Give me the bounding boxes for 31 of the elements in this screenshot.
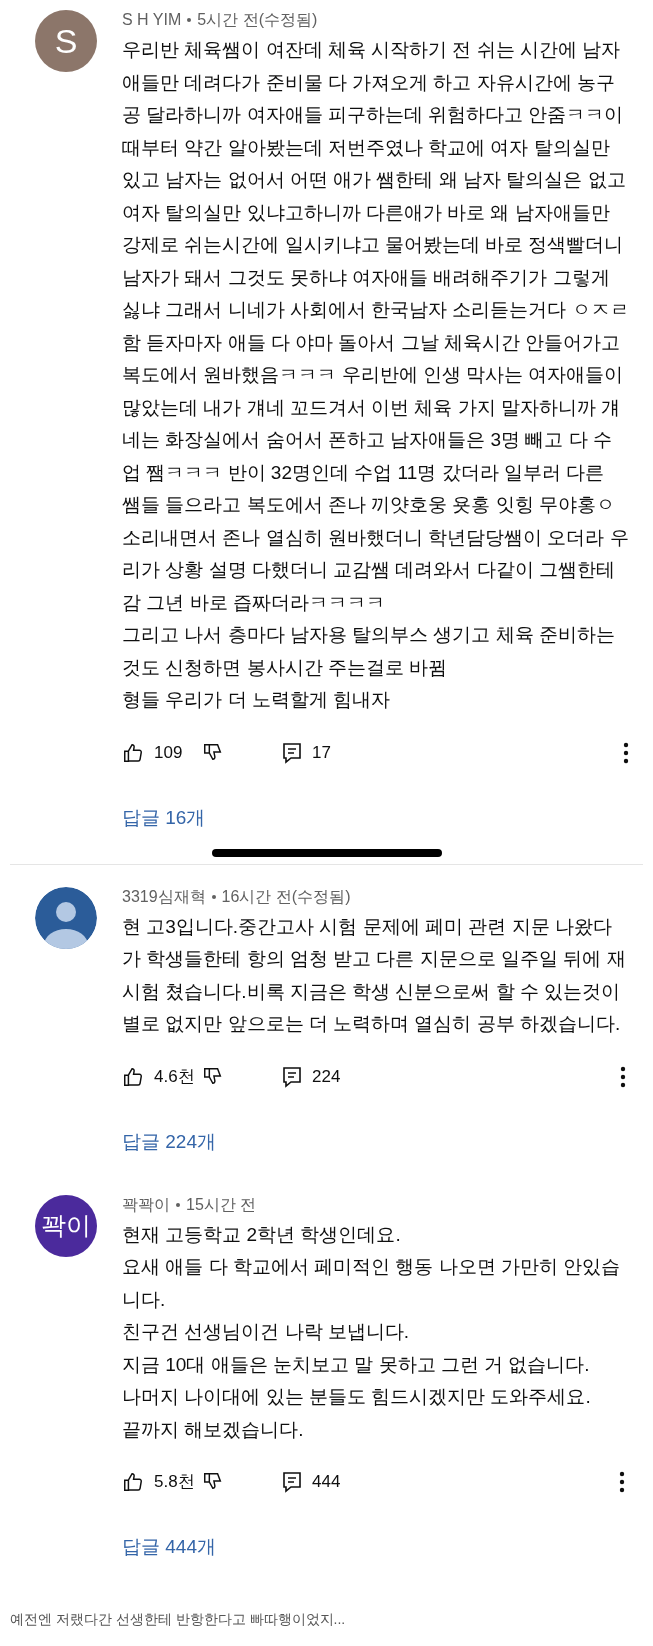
thumbs-up-icon[interactable] [122, 741, 144, 764]
comment-icon[interactable] [282, 741, 302, 764]
author-name[interactable]: 3319심재혁 [122, 884, 206, 909]
comment-icon[interactable] [282, 1471, 302, 1493]
like-count: 4.6천 [154, 1065, 196, 1088]
more-options-icon[interactable] [622, 741, 629, 764]
avatar[interactable] [35, 886, 97, 949]
like-count: 5.8천 [154, 1471, 196, 1494]
replies-link[interactable]: 답글 444개 [122, 1532, 216, 1562]
reply-count: 17 [312, 741, 331, 764]
replies-link[interactable]: 답글 224개 [122, 1126, 216, 1157]
caption-text: 예전엔 저랬다간 선생한테 반항한다고 빠따행이었지... [10, 1610, 347, 1629]
thumbs-up-icon[interactable] [122, 1065, 144, 1088]
avatar[interactable]: S [35, 10, 97, 72]
comment-time: 16시간 전(수정됨) [221, 886, 351, 907]
comment-text: 현재 고등학교 2학년 학생인데요. 요새 애들 다 학교에서 페미적인 행동 나오면 가만히 안있습 니다. 친구건 선생님이건 나락 보냅니다. 지금 10대 애들은 눈치보고 말 못하고 그런 거 없습니다. 나머지 나이대에 있는 분들도 힘드시겠지만 도와주세요. 끝까지 해보겠습니다. [122, 1222, 622, 1442]
avatar[interactable]: 꽉이 [35, 1194, 97, 1257]
comment-icon[interactable] [282, 1065, 302, 1088]
more-options-icon[interactable] [619, 1065, 626, 1088]
comment-time: 5시간 전(수정됨) [197, 10, 318, 30]
replies-link[interactable]: 답글 16개 [122, 802, 206, 833]
comment-text: 우리반 체육쌤이 여잔데 체육 시작하기 전 쉬는 시간에 남자 애들만 데려다가 준비물 다 가져오게 하고 자유시간에 농구 공 달라하니까 여자애들 피구하는데 위험하다고 안줌ㅋㅋ이 때부터 약간 알아봤는데 저번주였나 학교에 여자 탈의실만 있고 남자는 없어서 어떤 애가 쌤한테 왜 남자 탈의실은 없고 여자 탈의실만 있냐고하니까 다른애가 바로 왜 남자애들만 강제로 쉬는시간에 일시키냐고 물어봤는데 바로 정색빨더니 남자가 돼서 그것도 못하냐 여자애들 배려해주기가 그렇게 싫냐 그래서 니네가 사회에서 한국남자 소리듣는거다 ㅇㅈㄹ 함 듣자마자 애들 다 야마 돌아서 그날 체육시간 안들어가고 복도에서 원바했음ㅋㅋㅋ 우리반에 인생 막사는 여자애들이 많았는데 내가 걔네 꼬드겨서 이번 체육 가지 말자하니까 걔 네는 화장실에서 숨어서 폰하고 남자애들은 3명 빼고 다 수 업 쨈ㅋㅋㅋ 반이 32명인데 수업 11명 갔더라 일부러 다른 쌤들 들으라고 복도에서 존나 끼얏호웅 욧홍 잇힝 무야홍ㅇ 소리내면서 존나 열심히 원바했더니 학년담당쌤이 오더라 우 리가 상황 설명 다했더니 교감쌤 데려와서 다같이 그쌤한테 감 그년 바로 즙짜더라ㅋㅋㅋㅋ 그리고 나서 층마다 남자용 탈의부스 생기고 체육 준비하는 것도 신청하면 봉사시간 주는걸로 바뀜 형들 우리가 더 노력할게 힘내자 [122, 38, 629, 712]
reply-count: 444 [312, 1471, 341, 1494]
author-name[interactable]: 꽉꽉이 [122, 1192, 170, 1217]
like-count: 109 [154, 741, 184, 764]
author-name[interactable]: S H YIM [122, 8, 182, 32]
more-options-icon[interactable] [619, 1471, 625, 1493]
thumbs-up-icon[interactable] [122, 1471, 144, 1493]
comment-text: 현 고3입니다.중간고사 시험 문제에 페미 관련 지문 나왔다 가 학생들한테 항의 엄청 받고 다른 지문으로 일주일 뒤에 재 시험 쳤습니다.비록 지금은 학생 신분으로써 할 수 있는것이 별로 없지만 앞으로는 더 노력하며 열심히 공부 하겠습니다. [122, 914, 626, 1036]
reply-count: 224 [312, 1065, 341, 1088]
comment-time: 15시간 전 [186, 1194, 257, 1215]
